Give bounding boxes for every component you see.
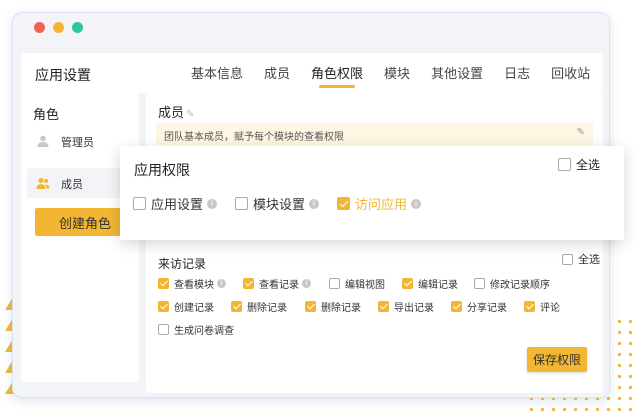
checkbox[interactable]: [378, 301, 389, 312]
perm-delete-record[interactable]: 删除记录: [231, 299, 287, 314]
perm-view-module[interactable]: 查看模块 i: [158, 276, 226, 291]
perm-module-settings[interactable]: 模块设置 i: [235, 194, 320, 213]
sidebar-item-member[interactable]: 成员: [27, 168, 135, 198]
perm-label: 查看模块: [174, 280, 214, 291]
perm-edit-view[interactable]: 编辑视图: [329, 276, 385, 291]
section-title-text: 成员: [158, 106, 185, 121]
perm-view-record[interactable]: 查看记录 i: [243, 276, 311, 291]
tab-logs[interactable]: 日志: [504, 63, 530, 88]
checkbox[interactable]: [158, 278, 169, 289]
title-bar: [13, 13, 609, 43]
checkbox[interactable]: [158, 324, 169, 335]
edit-description-icon[interactable]: ✎: [577, 127, 585, 138]
perm-label: 应用设置: [151, 198, 204, 213]
info-icon[interactable]: i: [411, 198, 422, 209]
tab-members[interactable]: 成员: [264, 63, 290, 88]
users-group-icon: [36, 178, 50, 189]
perm-label: 删除记录: [247, 303, 287, 314]
perm-export-record[interactable]: 导出记录: [378, 299, 434, 314]
checkbox[interactable]: [231, 301, 242, 312]
perm-label: 创建记录: [174, 303, 214, 314]
perm-label: 编辑视图: [345, 280, 385, 291]
perm-label: 访问应用: [355, 198, 408, 213]
perm-label: 模块设置: [253, 198, 306, 213]
checkbox[interactable]: [402, 278, 413, 289]
edit-pencil-icon[interactable]: ✎: [186, 109, 196, 120]
perm-reorder-records[interactable]: 修改记录顺序: [474, 276, 550, 291]
user-admin-icon: [37, 135, 49, 147]
perm-label: 修改记录顺序: [490, 280, 550, 291]
minimize-window-button[interactable]: [53, 22, 64, 33]
select-all-checkbox[interactable]: [562, 253, 573, 265]
checkbox[interactable]: [235, 197, 248, 210]
card-select-all[interactable]: 全选: [558, 156, 600, 173]
info-icon[interactable]: i: [217, 279, 226, 288]
close-window-button[interactable]: [34, 22, 45, 33]
tab-modules[interactable]: 模块: [384, 63, 410, 88]
perm-label: 查看记录: [259, 280, 299, 291]
role-description: 团队基本成员，赋予每个模块的查看权限: [164, 132, 344, 143]
checkbox[interactable]: [474, 278, 485, 289]
perm-edit-record[interactable]: 编辑记录: [402, 276, 458, 291]
tab-bar: 基本信息 成员 角色权限 模块 其他设置 日志 回收站 参数: [191, 63, 609, 88]
perm-generate-survey[interactable]: 生成问卷调查: [158, 322, 234, 337]
save-permissions-button[interactable]: 保存权限: [527, 347, 587, 372]
info-icon[interactable]: i: [207, 198, 218, 209]
sidebar-title: 角色: [33, 108, 60, 123]
info-icon[interactable]: i: [309, 198, 320, 209]
checkbox[interactable]: [329, 278, 340, 289]
perm-access-app[interactable]: 访问应用 i: [337, 194, 422, 213]
app-permissions-card: 应用权限 全选 应用设置 i 模块设置 i 访问应用 i: [120, 146, 624, 240]
checkbox[interactable]: [243, 278, 254, 289]
perm-label: 编辑记录: [418, 280, 458, 291]
app-header: 应用设置 基本信息 成员 角色权限 模块 其他设置 日志 回收站 参数: [21, 53, 603, 93]
tab-role-permissions[interactable]: 角色权限: [311, 63, 363, 88]
stage: 应用设置 基本信息 成员 角色权限 模块 其他设置 日志 回收站 参数 角色 管…: [0, 0, 640, 415]
page-title: 应用设置: [35, 68, 91, 84]
checkbox[interactable]: [158, 301, 169, 312]
perm-create-record[interactable]: 创建记录: [158, 299, 214, 314]
module-select-all[interactable]: 全选: [562, 251, 600, 267]
checkbox[interactable]: [305, 301, 316, 312]
tab-recycle-bin[interactable]: 回收站: [551, 63, 590, 88]
info-icon[interactable]: i: [302, 279, 311, 288]
sidebar-item-admin[interactable]: 管理员: [27, 126, 135, 156]
perm-comment[interactable]: 评论: [524, 299, 560, 314]
module-title: 来访记录: [158, 257, 207, 271]
checkbox[interactable]: [133, 197, 146, 210]
perm-delete-record-2[interactable]: 删除记录: [305, 299, 361, 314]
tab-other-settings[interactable]: 其他设置: [431, 63, 483, 88]
checkbox[interactable]: [451, 301, 462, 312]
section-title: 成员 ✎: [158, 102, 196, 121]
perm-label: 生成问卷调查: [174, 326, 234, 337]
perm-share-record[interactable]: 分享记录: [451, 299, 507, 314]
checkbox[interactable]: [524, 301, 535, 312]
maximize-window-button[interactable]: [72, 22, 83, 33]
perm-label: 评论: [540, 303, 560, 314]
tab-basic-info[interactable]: 基本信息: [191, 63, 243, 88]
role-description-box: 团队基本成员，赋予每个模块的查看权限 ✎: [156, 123, 593, 145]
select-all-label: 全选: [578, 253, 600, 266]
sidebar-item-label: 管理员: [61, 136, 94, 149]
card-title: 应用权限: [134, 163, 190, 179]
perm-label: 导出记录: [394, 303, 434, 314]
select-all-checkbox[interactable]: [558, 158, 571, 171]
checkbox[interactable]: [337, 197, 350, 210]
perm-label: 删除记录: [321, 303, 361, 314]
select-all-label: 全选: [576, 158, 601, 172]
sidebar-item-label: 成员: [61, 178, 83, 191]
perm-label: 分享记录: [467, 303, 507, 314]
perm-app-settings[interactable]: 应用设置 i: [133, 194, 218, 213]
